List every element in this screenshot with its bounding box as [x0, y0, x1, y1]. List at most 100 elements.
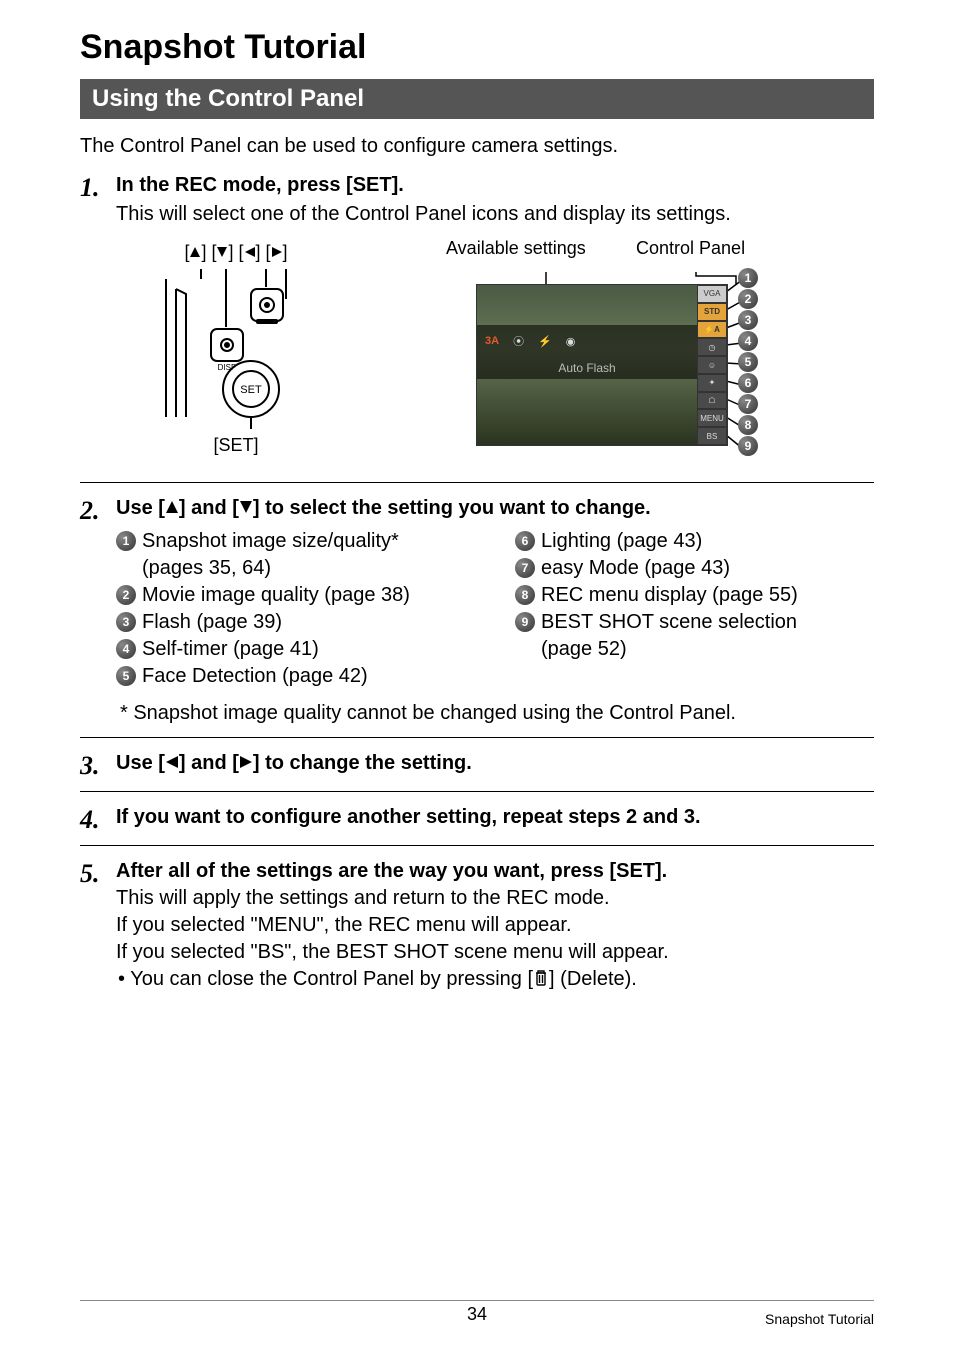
- badge-3: 3: [116, 612, 136, 632]
- flash-bolt-icon: ⚡: [538, 335, 552, 348]
- list-item-sub: (pages 35, 64): [116, 555, 475, 582]
- step-4-title: If you want to configure another setting…: [116, 804, 874, 831]
- cp-item-flash: ⚡A: [697, 321, 727, 339]
- step-content: If you want to configure another setting…: [116, 804, 874, 831]
- list-item-label: Flash (page 39): [142, 609, 282, 636]
- diagram-row: [] [] [] [] DISP: [80, 242, 874, 472]
- divider: [80, 482, 874, 483]
- list-item: 9 BEST SHOT scene selection: [515, 609, 874, 636]
- lbl: ] [: [201, 242, 216, 262]
- divider: [80, 737, 874, 738]
- badge-9: 9: [515, 612, 535, 632]
- step-1-sub: This will select one of the Control Pane…: [116, 201, 874, 228]
- txt: • You can close the Control Panel by pre…: [118, 968, 533, 990]
- step-number: 5.: [80, 858, 116, 889]
- step-1: 1. In the REC mode, press [SET]. This wi…: [80, 172, 874, 228]
- flash-on-icon: ⦿: [513, 333, 524, 349]
- cp-item-size: VGA: [697, 285, 727, 303]
- cp-item-easy: ☖: [697, 392, 727, 410]
- step-5-bullet: • You can close the Control Panel by pre…: [116, 966, 874, 993]
- list-item-label: easy Mode (page 43): [541, 555, 730, 582]
- badge-7: 7: [738, 394, 758, 414]
- step-content: In the REC mode, press [SET]. This will …: [116, 172, 874, 228]
- step-content: Use [] and [] to select the setting you …: [116, 495, 874, 727]
- settings-strip: 3A ⦿ ⚡ ◉: [477, 325, 697, 357]
- badge-8: 8: [738, 415, 758, 435]
- cp-item-lighting: ✦: [697, 374, 727, 392]
- page-number: 34: [467, 1304, 487, 1325]
- cp-item-bs: BS: [697, 427, 727, 445]
- divider: [80, 845, 874, 846]
- set-label: [SET]: [116, 435, 356, 456]
- cp-item-menu: MENU: [697, 409, 727, 427]
- section-heading: Using the Control Panel: [80, 79, 874, 119]
- badge-6: 6: [738, 373, 758, 393]
- badge-2: 2: [116, 585, 136, 605]
- step-5-line3: If you selected "BS", the BEST SHOT scen…: [116, 939, 874, 966]
- control-panel-label: Control Panel: [636, 238, 745, 259]
- list-item-label: Self-timer (page 41): [142, 636, 319, 663]
- trash-icon: [533, 969, 549, 987]
- arrow-keys-label: [] [] [] []: [116, 242, 356, 263]
- list-col-left: 1Snapshot image size/quality* (pages 35,…: [116, 528, 475, 690]
- flash-auto-icon: 3A: [485, 335, 499, 347]
- list-item-label: BEST SHOT scene selection: [541, 609, 797, 636]
- cp-item-face: ☺: [697, 356, 727, 374]
- list-item-label: Face Detection (page 42): [142, 663, 368, 690]
- badge-1: 1: [738, 268, 758, 288]
- intro-text: The Control Panel can be used to configu…: [80, 133, 874, 160]
- list-item-label: REC menu display (page 55): [541, 582, 798, 609]
- eye-icon: ◉: [566, 335, 576, 348]
- badge-5: 5: [738, 352, 758, 372]
- list-item: 6 Lighting (page 43): [515, 528, 874, 555]
- footnote: * Snapshot image quality cannot be chang…: [116, 700, 874, 727]
- list-item: 8 REC menu display (page 55): [515, 582, 874, 609]
- badge-1: 1: [116, 531, 136, 551]
- list-item: 4 Self-timer (page 41): [116, 636, 475, 663]
- page: Snapshot Tutorial Using the Control Pane…: [0, 0, 954, 1357]
- up-triangle-icon: [189, 246, 201, 258]
- step-5-line2: If you selected "MENU", the REC menu wil…: [116, 912, 874, 939]
- badge-3: 3: [738, 310, 758, 330]
- lbl: ] [: [228, 242, 243, 262]
- svg-text:SET: SET: [240, 384, 262, 396]
- step-2-title: Use [] and [] to select the setting you …: [116, 495, 874, 522]
- up-triangle-icon: [165, 500, 179, 514]
- step-5-title: After all of the settings are the way yo…: [116, 858, 874, 885]
- list-item: 2 Movie image quality (page 38): [116, 582, 475, 609]
- control-panel-column: VGA STD ⚡A ◷ ☺ ✦ ☖ MENU BS: [697, 285, 727, 445]
- txt: ] to select the setting you want to chan…: [253, 497, 651, 519]
- diagram-right: Available settings Control Panel: [356, 242, 874, 472]
- step-5-line1: This will apply the settings and return …: [116, 885, 874, 912]
- auto-flash-label: Auto Flash: [477, 357, 697, 379]
- step-3-title: Use [] and [] to change the setting.: [116, 750, 874, 777]
- txt: ] and [: [179, 752, 239, 774]
- badge-6: 6: [515, 531, 535, 551]
- cp-item-selftimer: ◷: [697, 338, 727, 356]
- step-number: 1.: [80, 172, 116, 203]
- list-item: 7 easy Mode (page 43): [515, 555, 874, 582]
- step-2: 2. Use [] and [] to select the setting y…: [80, 495, 874, 727]
- badge-8: 8: [515, 585, 535, 605]
- list-item: 1Snapshot image size/quality*: [116, 528, 475, 555]
- badge-5: 5: [116, 666, 136, 686]
- list-item-label: Movie image quality (page 38): [142, 582, 410, 609]
- step-content: After all of the settings are the way yo…: [116, 858, 874, 993]
- badge-4: 4: [116, 639, 136, 659]
- step-number: 3.: [80, 750, 116, 781]
- list-item-label: Lighting (page 43): [541, 528, 702, 555]
- txt: ] to change the setting.: [253, 752, 472, 774]
- page-title: Snapshot Tutorial: [80, 28, 874, 67]
- down-triangle-icon: [239, 500, 253, 514]
- badge-7: 7: [515, 558, 535, 578]
- left-triangle-icon: [165, 755, 179, 769]
- lbl: ]: [283, 242, 288, 262]
- list-item: 5 Face Detection (page 42): [116, 663, 475, 690]
- step-content: Use [] and [] to change the setting.: [116, 750, 874, 777]
- badge-column: 1 2 3 4 5 6 7 8 9: [738, 268, 758, 456]
- badge-9: 9: [738, 436, 758, 456]
- footer: 34 Snapshot Tutorial: [80, 1300, 874, 1327]
- txt: Use [: [116, 497, 165, 519]
- screen-wrap: 3A ⦿ ⚡ ◉ Auto Flash VGA STD ⚡A ◷ ☺ ✦ ☖: [396, 272, 846, 472]
- step-number: 2.: [80, 495, 116, 526]
